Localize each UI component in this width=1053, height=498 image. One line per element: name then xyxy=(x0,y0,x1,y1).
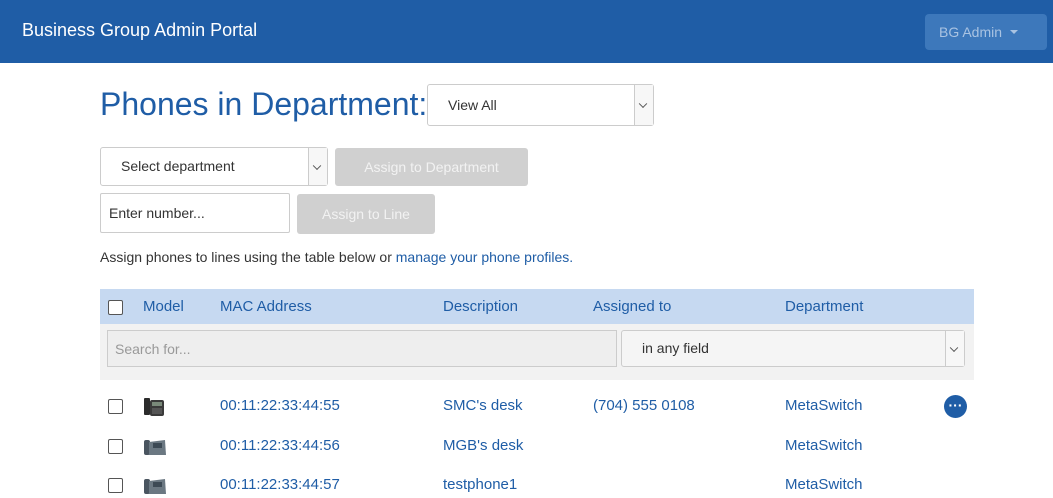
search-field-value: in any field xyxy=(642,340,709,356)
assigned-number-link[interactable]: (704) 555 0108 xyxy=(593,392,695,420)
desk-phone-icon xyxy=(144,440,166,455)
mac-address-link[interactable]: 00:11:22:33:44:55 xyxy=(220,392,340,420)
chevron-down-icon xyxy=(308,148,327,185)
column-header-description[interactable]: Description xyxy=(443,289,518,324)
row-checkbox[interactable] xyxy=(108,399,123,414)
department-link[interactable]: MetaSwitch xyxy=(785,432,863,460)
department-view-value: View All xyxy=(448,97,497,113)
mac-address-link[interactable]: 00:11:22:33:44:57 xyxy=(220,471,340,498)
user-menu-label: BG Admin xyxy=(939,24,1003,40)
select-all-checkbox[interactable] xyxy=(108,300,123,315)
description-link[interactable]: testphone1 xyxy=(443,471,517,498)
more-options-icon[interactable]: ··· xyxy=(944,395,967,418)
desk-phone-icon xyxy=(144,479,166,494)
select-department-dropdown[interactable]: Select department xyxy=(100,147,328,186)
helper-text: Assign phones to lines using the table b… xyxy=(100,249,573,265)
assign-to-line-button[interactable]: Assign to Line xyxy=(297,194,435,234)
table-row[interactable]: 00:11:22:33:44:55 SMC's desk (704) 555 0… xyxy=(100,392,974,420)
caret-down-icon xyxy=(1009,30,1018,35)
row-checkbox[interactable] xyxy=(108,439,123,454)
table-filter-row: in any field xyxy=(100,324,974,380)
user-menu-button[interactable]: BG Admin xyxy=(925,14,1047,50)
table-search-input[interactable] xyxy=(107,330,617,367)
table-row[interactable]: 00:11:22:33:44:57 testphone1 MetaSwitch xyxy=(100,471,974,498)
helper-text-body: Assign phones to lines using the table b… xyxy=(100,249,396,265)
assign-to-department-button[interactable]: Assign to Department xyxy=(335,148,528,186)
search-field-select[interactable]: in any field xyxy=(621,330,965,367)
table-row[interactable]: 00:11:22:33:44:56 MGB's desk MetaSwitch xyxy=(100,432,974,460)
department-link[interactable]: MetaSwitch xyxy=(785,392,863,420)
column-header-model[interactable]: Model xyxy=(143,289,184,324)
number-input[interactable] xyxy=(100,193,290,233)
manage-phone-profiles-link[interactable]: manage your phone profiles. xyxy=(396,249,573,265)
portal-title[interactable]: Business Group Admin Portal xyxy=(22,20,257,41)
top-navbar: Business Group Admin Portal BG Admin xyxy=(0,0,1053,63)
chevron-down-icon xyxy=(945,331,964,366)
department-view-select[interactable]: View All xyxy=(427,84,654,126)
department-link[interactable]: MetaSwitch xyxy=(785,471,863,498)
desk-phone-dark-icon xyxy=(144,398,164,416)
chevron-down-icon xyxy=(634,85,653,125)
table-header: Model MAC Address Description Assigned t… xyxy=(100,289,974,324)
column-header-assigned-to[interactable]: Assigned to xyxy=(593,289,671,324)
mac-address-link[interactable]: 00:11:22:33:44:56 xyxy=(220,432,340,460)
description-link[interactable]: SMC's desk xyxy=(443,392,523,420)
row-checkbox[interactable] xyxy=(108,478,123,493)
description-link[interactable]: MGB's desk xyxy=(443,432,523,460)
column-header-department[interactable]: Department xyxy=(785,289,863,324)
page-title: Phones in Department: xyxy=(100,86,428,122)
column-header-mac-address[interactable]: MAC Address xyxy=(220,289,312,324)
select-department-value: Select department xyxy=(121,158,235,174)
